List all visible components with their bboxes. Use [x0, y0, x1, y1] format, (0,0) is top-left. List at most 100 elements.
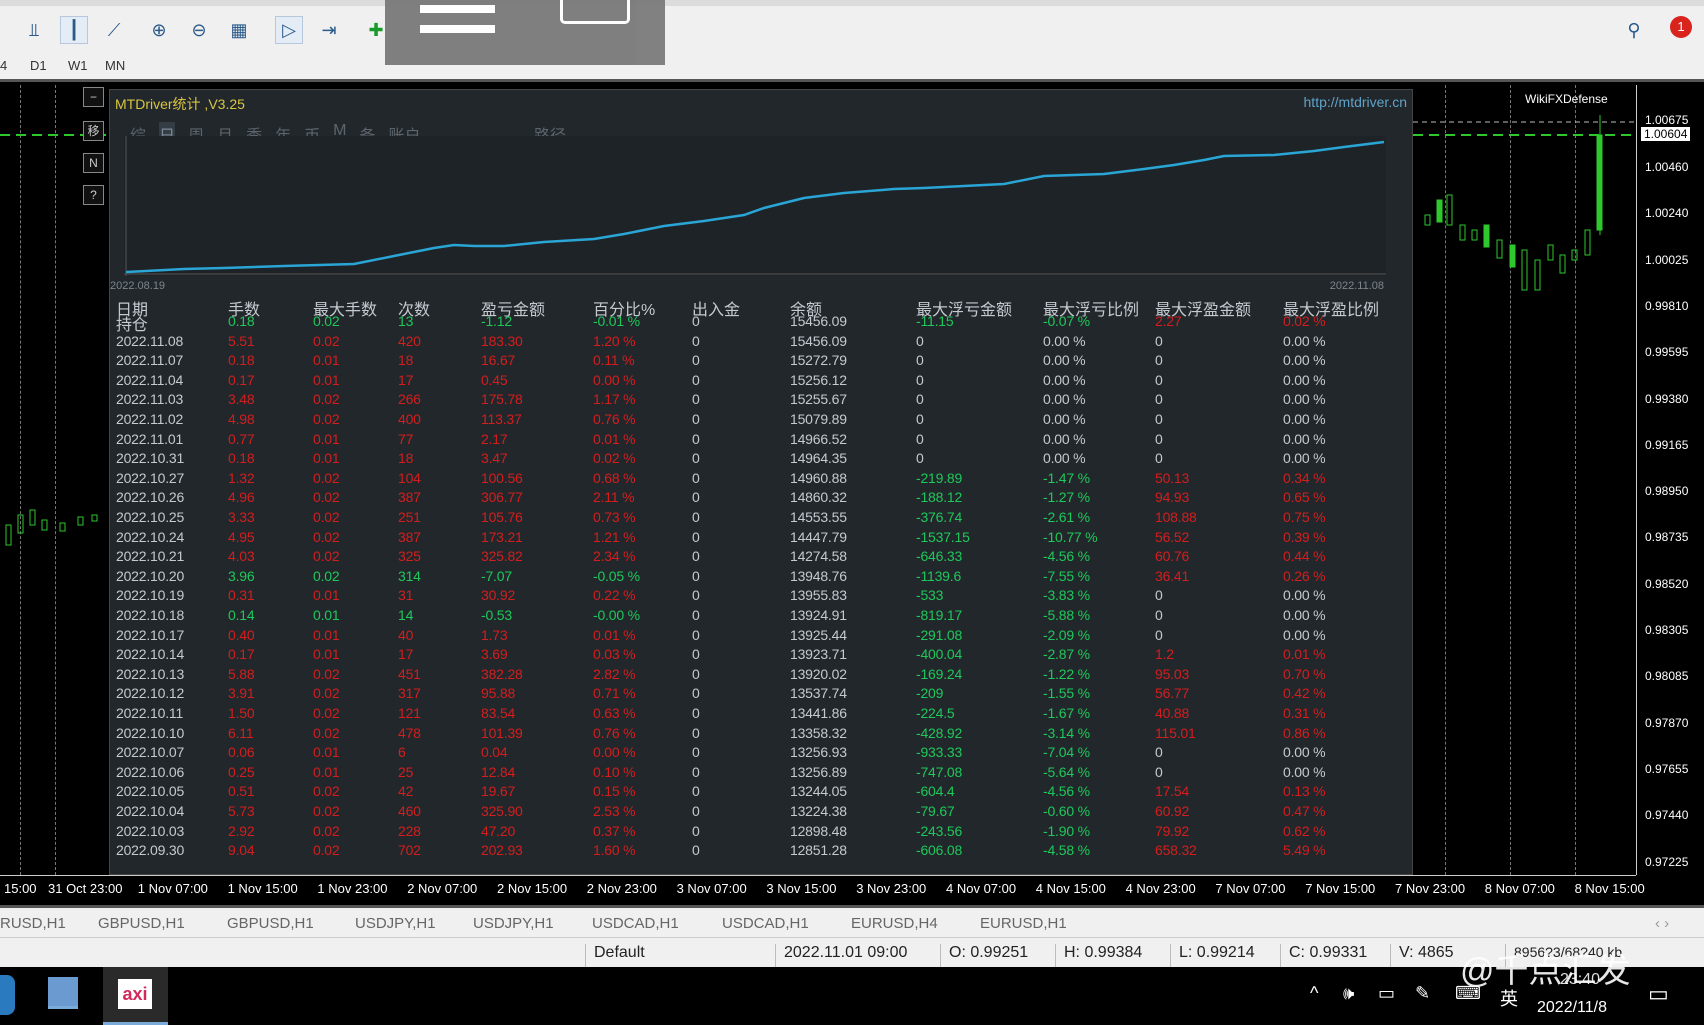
table-row[interactable]: 2022.10.31 0.18 0.01 18 3.47 0.02 % 0 14964.35 0…	[110, 450, 1400, 469]
tray-chevron-icon[interactable]: ^	[1310, 983, 1318, 1004]
table-row[interactable]: 2022.10.20 3.96 0.02 314 -7.07 -0.05 % 0 13948.…	[110, 568, 1400, 587]
table-row[interactable]: 2022.11.01 0.77 0.01 77 2.17 0.01 % 0 14966.52 0…	[110, 431, 1400, 450]
table-row[interactable]: 2022.10.24 4.95 0.02 387 173.21 1.21 % 0 14447.…	[110, 529, 1400, 548]
table-cell: 1.17 %	[593, 391, 636, 408]
notification-center-icon[interactable]: ▭	[1648, 981, 1669, 1007]
table-cell: -1.67 %	[1043, 705, 1090, 721]
table-cell: 0.02	[313, 685, 340, 702]
symbol-tab[interactable]: EURUSD,H4	[851, 915, 938, 932]
table-row[interactable]: 2022.11.04 0.17 0.01 17 0.45 0.00 % 0 15256.12 0…	[110, 372, 1400, 391]
network-icon[interactable]: ▭	[1378, 983, 1395, 1004]
table-row[interactable]: 2022.10.27 1.32 0.02 104 100.56 0.68 % 0 14960.…	[110, 470, 1400, 489]
table-row[interactable]: 2022.10.26 4.96 0.02 387 306.77 2.11 % 0 14860.…	[110, 489, 1400, 508]
axi-app-button[interactable]: axi	[103, 967, 168, 1025]
table-row[interactable]: 2022.10.14 0.17 0.01 17 3.69 0.03 % 0 13923.71 -…	[110, 646, 1400, 665]
time-label: 7 Nov 23:00	[1395, 881, 1466, 896]
table-row[interactable]: 2022.11.07 0.18 0.01 18 16.67 0.11 % 0 15272.79…	[110, 352, 1400, 371]
table-row[interactable]: 2022.10.12 3.91 0.02 317 95.88 0.71 % 0 13537.7…	[110, 685, 1400, 704]
tile-windows-icon[interactable]: ▦	[225, 16, 253, 44]
table-cell: 0	[692, 567, 700, 584]
table-cell: 2022.10.17	[116, 626, 185, 643]
table-cell: 478	[398, 724, 421, 741]
timeframe-h4[interactable]: 4	[0, 58, 7, 73]
clock-date[interactable]: 2022/11/8	[1537, 999, 1607, 1017]
help-button[interactable]: ?	[83, 185, 104, 205]
table-cell: -606.08	[916, 842, 963, 859]
table-cell: 0.00 %	[593, 371, 636, 388]
table-cell: 0	[692, 646, 700, 663]
symbol-tab[interactable]: USDCAD,H1	[722, 915, 809, 932]
timeframe-mn[interactable]: MN	[105, 58, 125, 73]
panel-url[interactable]: http://mtdriver.cn	[1304, 94, 1407, 110]
table-row[interactable]: 2022.10.18 0.14 0.01 14 -0.53 -0.00 % 0 13924.9…	[110, 607, 1400, 626]
timeframe-d1[interactable]: D1	[30, 58, 47, 73]
candlestick-icon[interactable]: ┃	[60, 16, 88, 44]
table-row[interactable]: 2022.10.05 0.51 0.02 42 19.67 0.15 % 0 13244.05…	[110, 783, 1400, 802]
table-cell: 108.88	[1155, 509, 1197, 525]
app-icon[interactable]	[0, 975, 15, 1015]
table-cell: 317	[398, 685, 421, 702]
table-row[interactable]: 2022.10.06 0.25 0.01 25 12.84 0.10 % 0 13256.89…	[110, 764, 1400, 783]
symbol-tab[interactable]: RUSD,H1	[0, 915, 66, 932]
pen-icon[interactable]: ✎	[1415, 983, 1430, 1004]
n-button[interactable]: N	[83, 153, 104, 173]
zoom-in-icon[interactable]: ⊕	[145, 16, 173, 44]
symbol-tab[interactable]: GBPUSD,H1	[98, 915, 185, 932]
bar-chart-icon[interactable]: ⫫	[20, 16, 48, 44]
symbol-tab[interactable]: EURUSD,H1	[980, 915, 1067, 932]
time-label: 2 Nov 15:00	[497, 881, 568, 896]
table-cell: 0.02 %	[593, 450, 636, 467]
auto-scroll-icon[interactable]: ▷	[275, 16, 303, 44]
scroll-arrows[interactable]: ‹ ›	[1655, 915, 1669, 932]
table-cell: 2022.10.25	[116, 509, 185, 525]
table-cell: 2.34 %	[593, 548, 636, 565]
volume-icon[interactable]: 🕪	[1343, 983, 1354, 1004]
table-row[interactable]: 2022.11.02 4.98 0.02 400 113.37 0.76 % 0 15079.…	[110, 411, 1400, 430]
table-row[interactable]: 2022.10.07 0.06 0.01 6 0.04 0.00 % 0 13256.93 -9…	[110, 744, 1400, 763]
table-cell: 14966.52	[790, 430, 847, 447]
move-button[interactable]: 移	[83, 121, 104, 141]
notification-badge[interactable]: 1	[1670, 16, 1692, 38]
table-cell: 13256.89	[790, 763, 847, 780]
table-cell: -933.33	[916, 744, 963, 761]
symbol-tab[interactable]: USDJPY,H1	[355, 915, 436, 932]
line-chart-icon[interactable]: ⟋	[100, 16, 128, 44]
keyboard-icon[interactable]	[560, 0, 630, 24]
table-row[interactable]: 2022.10.13 5.88 0.02 451 382.28 2.82 % 0 13920.…	[110, 666, 1400, 685]
table-cell: 31	[398, 587, 414, 604]
table-cell: 2022.10.07	[116, 744, 185, 761]
symbol-tab[interactable]: USDCAD,H1	[592, 915, 679, 932]
table-cell: 1.20 %	[593, 332, 636, 349]
symbol-tab[interactable]: GBPUSD,H1	[227, 915, 314, 932]
panel-title: MTDriver统计 ,V3.25	[115, 96, 245, 112]
table-cell: -4.56 %	[1043, 783, 1090, 800]
table-cell: -1.27 %	[1043, 489, 1090, 506]
table-cell: 183.30	[481, 332, 523, 349]
table-row[interactable]: 2022.10.17 0.40 0.01 40 1.73 0.01 % 0 13925.44 -…	[110, 627, 1400, 646]
table-row[interactable]: 2022.10.04 5.73 0.02 460 325.90 2.53 % 0 13224.…	[110, 803, 1400, 822]
table-row[interactable]: 2022.10.19 0.31 0.01 31 30.92 0.22 % 0 13955.83…	[110, 587, 1400, 606]
minimize-button[interactable]: −	[83, 87, 104, 107]
table-cell: 2.17	[481, 430, 508, 447]
table-row[interactable]: 2022.09.30 9.04 0.02 702 202.93 1.60 % 0 12851.…	[110, 842, 1400, 861]
table-row[interactable]: 2022.11.08 5.51 0.02 420 183.30 1.20 % 0 15456.…	[110, 333, 1400, 352]
chart-shift-icon[interactable]: ⇥	[315, 16, 343, 44]
table-row[interactable]: 2022.10.11 1.50 0.02 121 83.54 0.63 % 0 13441.8…	[110, 705, 1400, 724]
table-cell: 0	[692, 724, 700, 741]
table-cell: 12898.48	[790, 822, 847, 839]
zoom-out-icon[interactable]: ⊖	[185, 16, 213, 44]
table-cell: 0	[692, 450, 700, 467]
table-row[interactable]: 2022.10.21 4.03 0.02 325 325.82 2.34 % 0 14274.…	[110, 548, 1400, 567]
users-app-icon[interactable]	[48, 977, 78, 1009]
search-icon[interactable]: ⚲	[1620, 16, 1648, 44]
table-row[interactable]: 2022.10.25 3.33 0.02 251 105.76 0.73 % 0 14553.…	[110, 509, 1400, 528]
table-cell: 0.06	[228, 744, 255, 761]
symbol-tab[interactable]: USDJPY,H1	[473, 915, 554, 932]
table-row[interactable]: 持仓 0.18 0.02 13 -1.12 -0.01 % 0 15456.09 -11.15 -…	[110, 313, 1400, 334]
table-cell: 0	[916, 332, 924, 349]
table-row[interactable]: 2022.11.03 3.48 0.02 266 175.78 1.17 % 0 15255.…	[110, 391, 1400, 410]
table-cell: 2022.10.05	[116, 783, 185, 800]
table-row[interactable]: 2022.10.03 2.92 0.02 228 47.20 0.37 % 0 12898.4…	[110, 823, 1400, 842]
table-row[interactable]: 2022.10.10 6.11 0.02 478 101.39 0.76 % 0 13358.…	[110, 725, 1400, 744]
timeframe-w1[interactable]: W1	[68, 58, 88, 73]
